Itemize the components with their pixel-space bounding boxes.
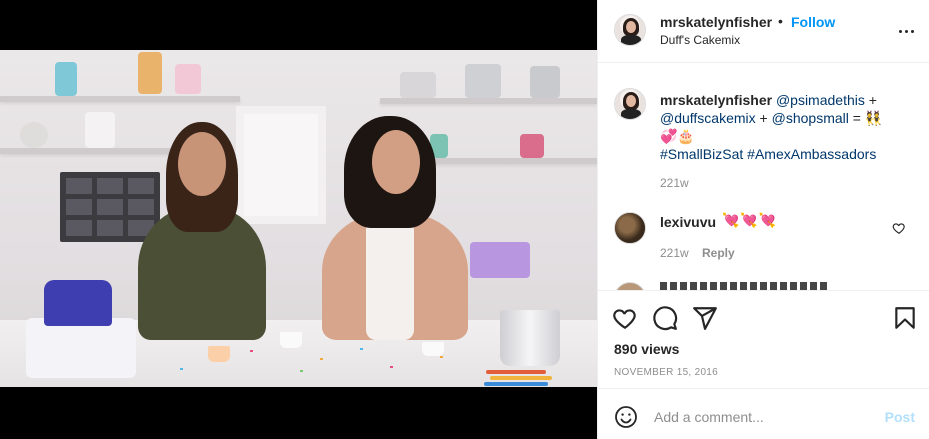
- video-prop: [422, 342, 444, 356]
- share-icon[interactable]: [692, 305, 718, 331]
- video-prop: [55, 62, 77, 96]
- video-shelf: [0, 96, 240, 102]
- mention-link[interactable]: @shopsmall: [772, 110, 849, 126]
- commenter-username[interactable]: lexivuvu: [660, 214, 716, 230]
- video-person-right-face: [372, 130, 420, 194]
- video-bucket: [500, 310, 560, 366]
- post-actions: 890 views NOVEMBER 15, 2016: [598, 290, 929, 388]
- video-person-left-face: [178, 132, 226, 196]
- post-header: mrskatelynfisher • Follow Duff's Cakemix: [598, 0, 929, 63]
- comment-text: 💘💘💘: [722, 212, 778, 228]
- instagram-post-modal: mrskatelynfisher • Follow Duff's Cakemix…: [0, 0, 929, 439]
- header-separator: •: [778, 13, 783, 29]
- video-prop: [470, 242, 530, 278]
- video-prop: [20, 122, 48, 148]
- caption-username[interactable]: mrskatelynfisher: [660, 92, 772, 108]
- video-shelf: [380, 98, 597, 104]
- video-prop: [400, 72, 436, 98]
- video-cake-top: [44, 280, 112, 326]
- video-cubby: [60, 172, 160, 242]
- mention-link[interactable]: @psimadethis: [776, 92, 865, 108]
- follow-button[interactable]: Follow: [791, 14, 835, 30]
- video-prop: [486, 370, 546, 374]
- heart-outline-icon[interactable]: [892, 221, 906, 235]
- video-prop: [138, 52, 162, 94]
- more-horizontal-icon: [898, 29, 902, 33]
- video-prop: [280, 332, 302, 348]
- video-prop: [490, 376, 552, 380]
- post-location[interactable]: Duff's Cakemix: [660, 33, 740, 47]
- video-prop: [530, 66, 560, 98]
- view-count[interactable]: 890 views: [614, 341, 679, 357]
- author-username[interactable]: mrskatelynfisher: [660, 14, 772, 30]
- comments-list[interactable]: mrskatelynfisher @psimadethis + @duffsca…: [598, 64, 929, 290]
- video-sign-frame: [236, 106, 326, 224]
- video-prop: [208, 346, 230, 362]
- video-sprinkle: [440, 356, 443, 358]
- reply-button[interactable]: Reply: [702, 246, 735, 260]
- video-sprinkle: [180, 368, 183, 370]
- comment-icon[interactable]: [652, 305, 678, 331]
- bookmark-icon[interactable]: [892, 305, 918, 331]
- video-prop: [85, 112, 115, 148]
- video-sprinkle: [390, 366, 393, 368]
- post-comment-button[interactable]: Post: [885, 409, 915, 425]
- more-options-button[interactable]: [897, 22, 915, 40]
- caption-plus: +: [755, 110, 772, 126]
- video-sprinkle: [300, 370, 303, 372]
- add-comment-bar: Post: [598, 388, 929, 439]
- comment-input[interactable]: [654, 404, 874, 430]
- caption-timestamp[interactable]: 221w: [660, 176, 689, 190]
- next-commenter-avatar[interactable]: [614, 282, 646, 290]
- video-prop: [175, 64, 201, 94]
- video-prop: [484, 382, 548, 386]
- author-avatar[interactable]: [614, 14, 646, 46]
- hashtag-link[interactable]: #AmexAmbassadors: [747, 146, 876, 162]
- hashtag-link[interactable]: #SmallBizSat: [660, 146, 743, 162]
- commenter-avatar[interactable]: [614, 212, 646, 244]
- caption-avatar[interactable]: [614, 88, 646, 120]
- post-side-panel: mrskatelynfisher • Follow Duff's Cakemix…: [597, 0, 929, 439]
- caption-equals: = 👯: [848, 110, 883, 126]
- heart-icon[interactable]: [612, 305, 638, 331]
- caption-text: mrskatelynfisher @psimadethis + @duffsca…: [660, 91, 910, 163]
- post-date[interactable]: NOVEMBER 15, 2016: [614, 367, 718, 378]
- video-pane[interactable]: [0, 0, 597, 439]
- video-sprinkle: [320, 358, 323, 360]
- video-frame[interactable]: [0, 50, 597, 387]
- comment-timestamp[interactable]: 221w: [660, 246, 689, 260]
- video-prop: [465, 64, 501, 98]
- video-sprinkle: [360, 348, 363, 350]
- mention-link[interactable]: @duffscakemix: [660, 110, 756, 126]
- next-comment-peek: [660, 282, 830, 290]
- emoji-icon[interactable]: [614, 405, 638, 429]
- caption-emojis: 💞🎂: [660, 128, 695, 144]
- video-cake: [26, 318, 136, 378]
- caption-plus: +: [864, 92, 877, 108]
- video-sprinkle: [250, 350, 253, 352]
- video-person-right-shirt: [366, 220, 414, 340]
- video-prop: [520, 134, 544, 158]
